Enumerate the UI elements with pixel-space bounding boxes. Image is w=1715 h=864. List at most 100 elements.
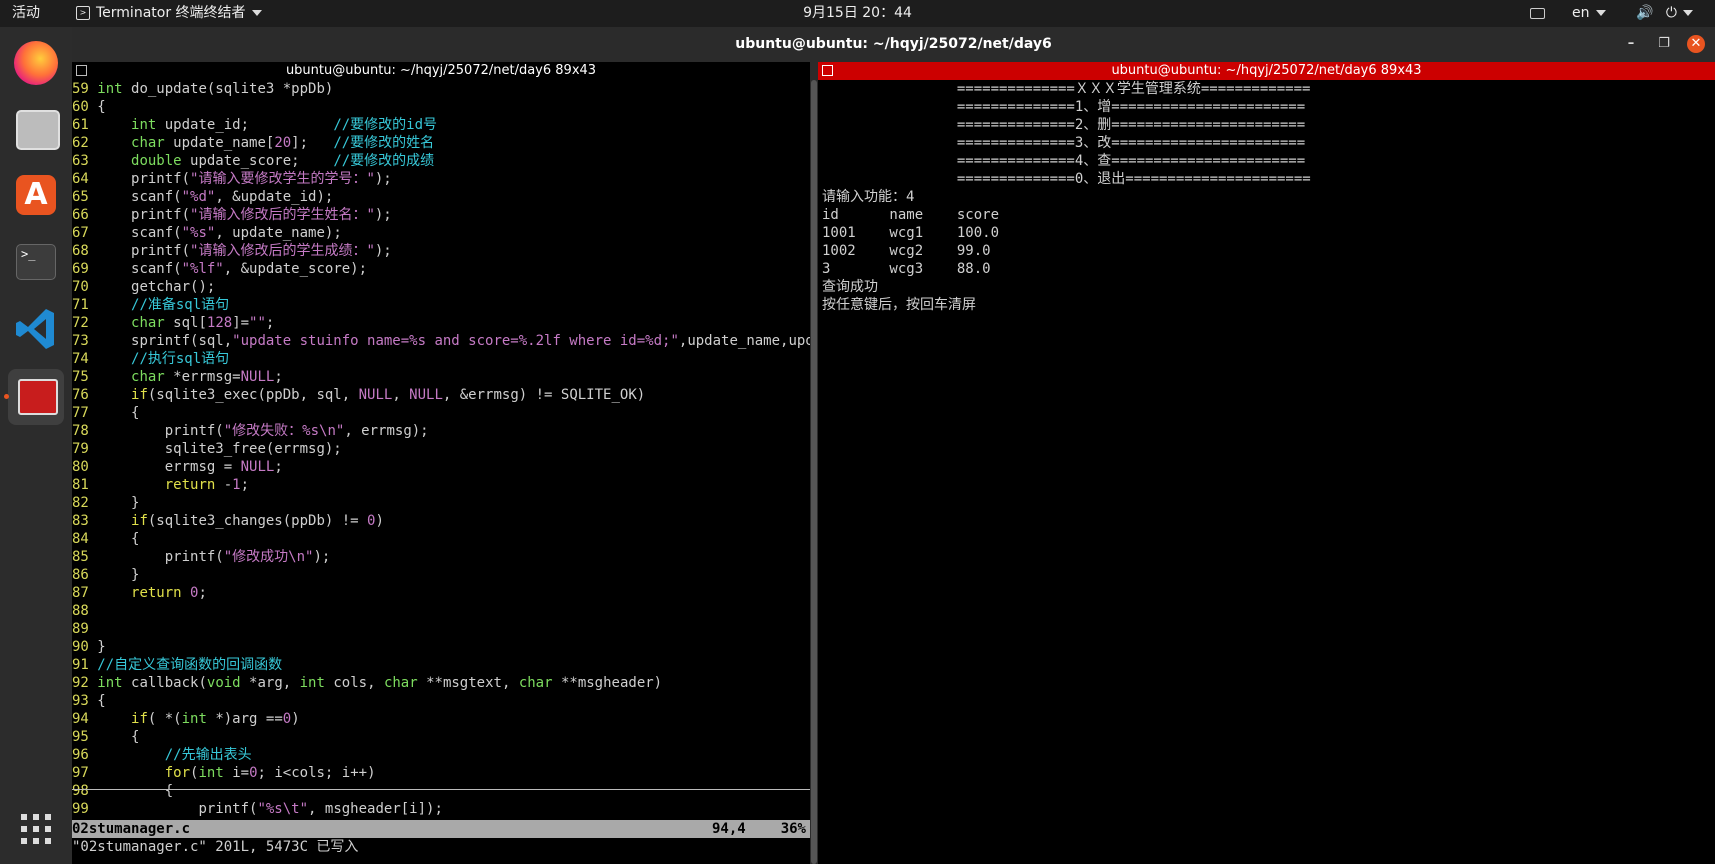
line-text: int update_id; //要修改的id号: [131, 117, 438, 133]
line-text: if( *(int *)arg ==0): [131, 711, 300, 727]
terminal-line: ==============3、改=======================: [822, 135, 1306, 151]
code-line[interactable]: 85 printf("修改成功\n");: [72, 548, 810, 566]
code-line[interactable]: 86 }: [72, 566, 810, 584]
code-line[interactable]: 75 char *errmsg=NULL;: [72, 368, 810, 386]
line-text: printf("请输入修改后的学生姓名：");: [97, 207, 392, 223]
code-line[interactable]: 90 }: [72, 638, 810, 656]
app-center-icon[interactable]: A: [8, 167, 64, 223]
power-icon: ⏻: [1665, 5, 1677, 21]
code-line[interactable]: 92 int callback(void *arg, int cols, cha…: [72, 674, 810, 692]
code-line[interactable]: 79 sqlite3_free(errmsg);: [72, 440, 810, 458]
right-terminal-pane[interactable]: ubuntu@ubuntu: ~/hqyj/25072/net/day6 89x…: [818, 62, 1715, 864]
terminal-output[interactable]: ==============ＸＸＸ学生管理系统============= ===…: [822, 80, 1311, 314]
app-name-label: Terminator 终端终结者: [96, 5, 246, 21]
language-selector[interactable]: en: [1572, 0, 1606, 27]
code-line[interactable]: 78 printf("修改失败：%s\n", errmsg);: [72, 422, 810, 440]
keyboard-icon[interactable]: [1530, 0, 1545, 27]
line-number: 95: [72, 729, 98, 745]
code-line[interactable]: 71 //准备sql语句: [72, 296, 810, 314]
code-line[interactable]: 93 {: [72, 692, 810, 710]
code-line[interactable]: 62 char update_name[20]; //要修改的姓名: [72, 134, 810, 152]
line-text: //自定义查询函数的回调函数: [97, 657, 283, 673]
line-number: 97: [72, 765, 98, 781]
code-line[interactable]: 74 //执行sql语句: [72, 350, 810, 368]
code-line[interactable]: 72 char sql[128]="";: [72, 314, 810, 332]
terminal-icon[interactable]: >_: [8, 234, 64, 290]
window-title: ubuntu@ubuntu: ~/hqyj/25072/net/day6: [735, 36, 1052, 52]
line-text: if(sqlite3_exec(ppDb, sql, NULL, NULL, &…: [131, 387, 646, 403]
code-line[interactable]: 91 //自定义查询函数的回调函数: [72, 656, 810, 674]
language-label: en: [1572, 5, 1590, 21]
code-line[interactable]: 64 printf("请输入要修改学生的学号：");: [72, 170, 810, 188]
line-text: scanf("%d", &update_id);: [97, 189, 334, 205]
terminal-line: id name score: [822, 207, 1000, 223]
code-line[interactable]: 66 printf("请输入修改后的学生姓名：");: [72, 206, 810, 224]
code-line[interactable]: 95 {: [72, 728, 810, 746]
line-number: 98: [72, 783, 98, 799]
code-line[interactable]: 88: [72, 602, 810, 620]
code-line[interactable]: 69 scanf("%lf", &update_score);: [72, 260, 810, 278]
system-menu[interactable]: 🔊 ⏻: [1636, 0, 1693, 27]
code-line[interactable]: 60 {: [72, 98, 810, 116]
app-menu[interactable]: > Terminator 终端终结者: [76, 0, 262, 27]
line-number: 87: [72, 585, 98, 601]
code-line[interactable]: 97 for(int i=0; i<cols; i++): [72, 764, 810, 782]
terminator-icon[interactable]: [4, 369, 64, 425]
code-line[interactable]: 65 scanf("%d", &update_id);: [72, 188, 810, 206]
terminal-line: 1001 wcg1 100.0: [822, 225, 1000, 241]
code-line[interactable]: 59 int do_update(sqlite3 *ppDb): [72, 80, 810, 98]
code-line[interactable]: 84 {: [72, 530, 810, 548]
code-line[interactable]: 63 double update_score; //要修改的成绩: [72, 152, 810, 170]
code-line[interactable]: 99 printf("%s\t", msgheader[i]);: [72, 800, 810, 818]
line-text: scanf("%lf", &update_score);: [97, 261, 368, 277]
vscode-icon[interactable]: [8, 301, 64, 357]
code-line[interactable]: 83 if(sqlite3_changes(ppDb) != 0): [72, 512, 810, 530]
code-line[interactable]: 98 {: [72, 782, 810, 800]
line-text: }: [97, 567, 140, 583]
code-line[interactable]: 96 //先输出表头: [72, 746, 810, 764]
vim-command-line: "02stumanager.c" 201L, 5473C 已写入: [72, 839, 359, 855]
line-text: }: [97, 495, 140, 511]
minimize-button[interactable]: –: [1622, 35, 1640, 53]
code-line[interactable]: 67 scanf("%s", update_name);: [72, 224, 810, 242]
firefox-icon[interactable]: [8, 35, 64, 91]
right-pane-title: ubuntu@ubuntu: ~/hqyj/25072/net/day6 89x…: [1111, 63, 1422, 78]
code-line[interactable]: 76 if(sqlite3_exec(ppDb, sql, NULL, NULL…: [72, 386, 810, 404]
left-terminal-pane[interactable]: ubuntu@ubuntu: ~/hqyj/25072/net/day6 89x…: [72, 62, 810, 864]
window-titlebar[interactable]: ubuntu@ubuntu: ~/hqyj/25072/net/day6 – ❐…: [72, 27, 1715, 62]
line-text: {: [97, 783, 174, 799]
pane-grid-icon[interactable]: [822, 65, 833, 76]
code-line[interactable]: 77 {: [72, 404, 810, 422]
line-number: 71: [72, 297, 98, 313]
maximize-button[interactable]: ❐: [1655, 35, 1673, 53]
clock[interactable]: 9月15日 20：44: [803, 5, 912, 21]
activities-button[interactable]: 活动: [12, 0, 40, 27]
code-line[interactable]: 87 return 0;: [72, 584, 810, 602]
line-number: 68: [72, 243, 98, 259]
code-line[interactable]: 94 if( *(int *)arg ==0): [72, 710, 810, 728]
line-number: 60: [72, 99, 98, 115]
pane-grid-icon[interactable]: [76, 65, 87, 76]
line-number: 89: [72, 621, 98, 637]
line-text: return 0;: [131, 585, 207, 601]
left-pane-header: ubuntu@ubuntu: ~/hqyj/25072/net/day6 89x…: [72, 62, 810, 80]
code-line[interactable]: 68 printf("请输入修改后的学生成绩：");: [72, 242, 810, 260]
code-line[interactable]: 70 getchar();: [72, 278, 810, 296]
files-icon[interactable]: [8, 100, 64, 156]
code-line[interactable]: 82 }: [72, 494, 810, 512]
code-editor[interactable]: 59 int do_update(sqlite3 *ppDb) 60 {61 in…: [72, 80, 810, 818]
line-number: 74: [72, 351, 98, 367]
code-line[interactable]: 89: [72, 620, 810, 638]
close-button[interactable]: ✕: [1687, 35, 1705, 53]
show-apps-icon[interactable]: [20, 813, 52, 845]
code-line[interactable]: 81 return -1;: [72, 476, 810, 494]
code-line[interactable]: 80 errmsg = NULL;: [72, 458, 810, 476]
dock: A >_: [0, 27, 72, 864]
code-line[interactable]: 61 int update_id; //要修改的id号: [72, 116, 810, 134]
line-number: 79: [72, 441, 98, 457]
line-text: getchar();: [97, 279, 216, 295]
line-number: 70: [72, 279, 98, 295]
line-number: 76: [72, 387, 98, 403]
left-scrollbar[interactable]: [810, 80, 818, 864]
code-line[interactable]: 73 sprintf(sql,"update stuinfo name=%s a…: [72, 332, 810, 350]
